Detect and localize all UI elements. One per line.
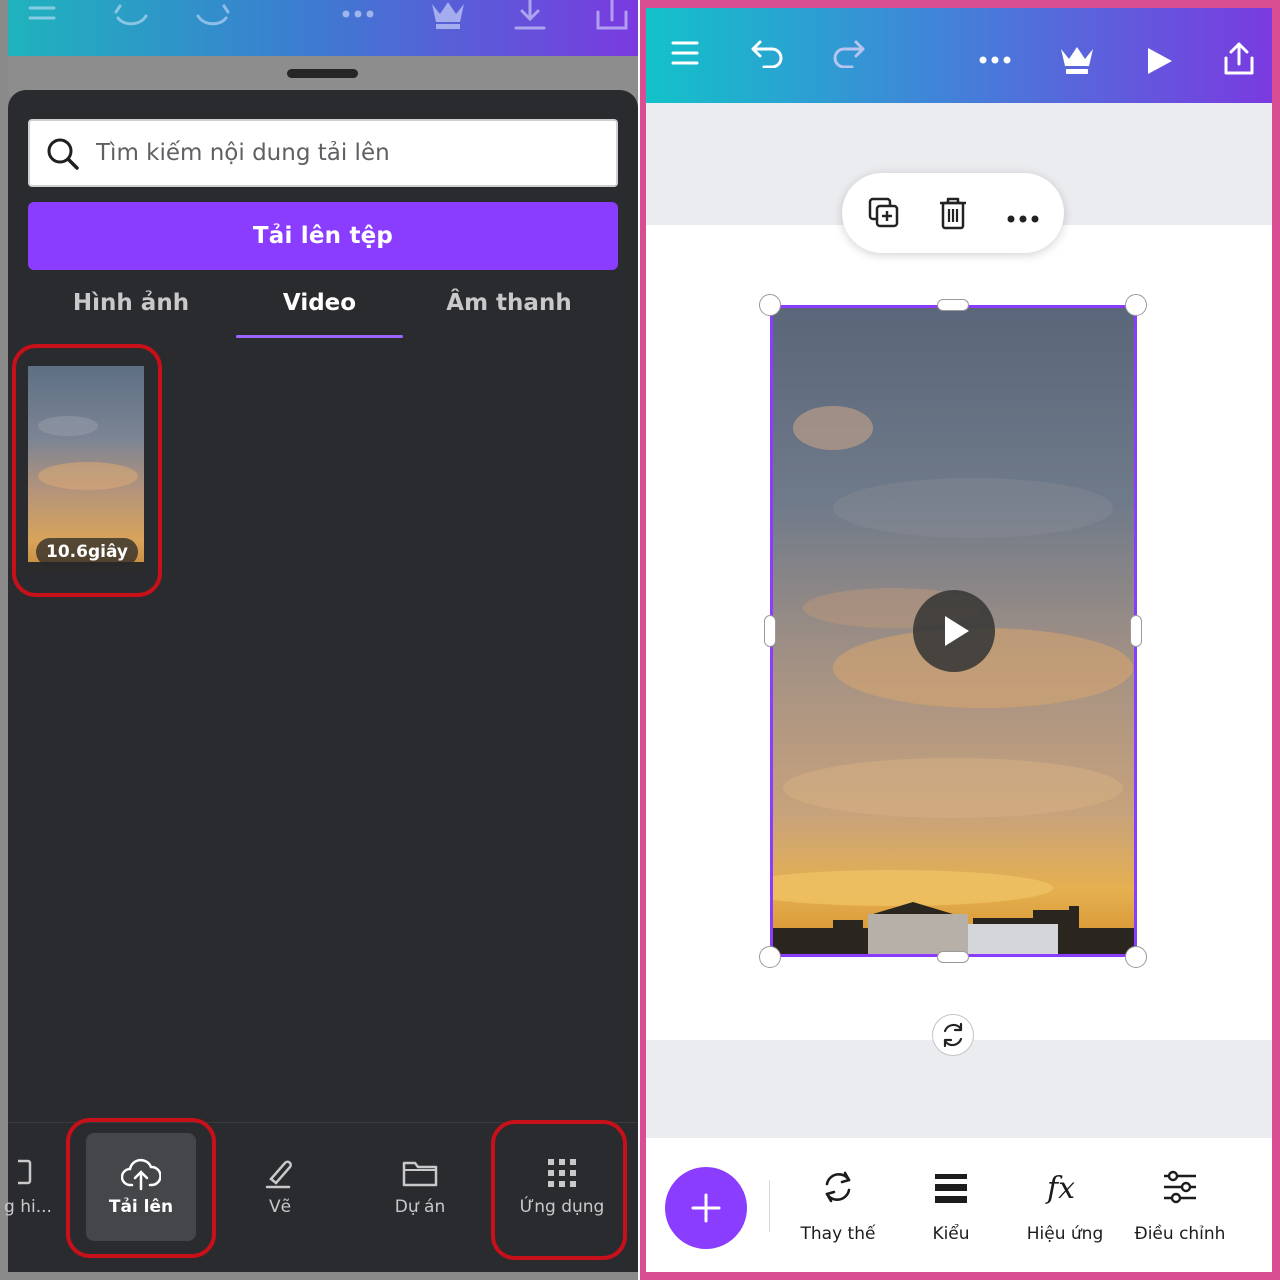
highlight-video-thumbnail	[12, 344, 162, 597]
redo-icon[interactable]	[192, 0, 232, 34]
resize-handle-top-right[interactable]	[1125, 294, 1147, 316]
resize-handle-left[interactable]	[764, 615, 776, 647]
nav-item-templates[interactable]: g hi...	[0, 1123, 58, 1273]
active-tab-indicator	[236, 335, 403, 338]
nav-label: Vẽ	[268, 1197, 292, 1217]
more-icon[interactable]	[978, 50, 1014, 69]
sheet-drag-handle[interactable]	[287, 69, 358, 78]
tool-effects[interactable]: fx Hiệu ứng	[1015, 1138, 1115, 1272]
trash-icon[interactable]	[936, 195, 970, 235]
menu-icon[interactable]	[28, 0, 56, 34]
highlight-upload-nav	[66, 1118, 216, 1258]
left-panel: Tải lên tệp Hình ảnh Video Âm thanh 10.6…	[0, 0, 640, 1280]
element-floating-toolbar	[842, 173, 1064, 253]
tool-style[interactable]: Kiểu	[908, 1138, 994, 1272]
search-box[interactable]	[28, 119, 618, 187]
tool-label: Thay thế	[800, 1224, 876, 1244]
svg-text:fx: fx	[1045, 1171, 1075, 1206]
resize-handle-right[interactable]	[1130, 615, 1142, 647]
resize-handle-bottom-left[interactable]	[759, 946, 781, 968]
redo-icon[interactable]	[830, 38, 866, 72]
draw-icon	[263, 1157, 297, 1196]
resize-handle-bottom-right[interactable]	[1125, 946, 1147, 968]
editor-topbar-dimmed	[8, 0, 638, 56]
download-icon[interactable]	[510, 0, 550, 36]
rotate-handle[interactable]	[932, 1014, 974, 1056]
plus-icon	[691, 1193, 721, 1223]
resize-handle-top[interactable]	[937, 299, 969, 311]
resize-handle-bottom[interactable]	[937, 951, 969, 963]
editor-topbar	[646, 8, 1272, 103]
share-icon[interactable]	[592, 0, 632, 36]
more-icon[interactable]	[340, 0, 380, 28]
more-icon[interactable]	[1006, 209, 1042, 228]
fx-icon: fx	[1045, 1168, 1085, 1211]
tool-adjust[interactable]: Điều chỉnh	[1126, 1138, 1234, 1272]
tool-label: Điều chỉnh	[1134, 1224, 1226, 1244]
nav-item-draw[interactable]: Vẽ	[230, 1123, 330, 1273]
undo-icon[interactable]	[750, 38, 786, 72]
resize-handle-top-left[interactable]	[759, 294, 781, 316]
crown-icon[interactable]	[1058, 44, 1096, 82]
upload-file-button[interactable]: Tải lên tệp	[28, 202, 618, 270]
menu-icon[interactable]	[670, 38, 700, 72]
search-input[interactable]	[96, 123, 596, 183]
bottom-toolbar: Thay thế Kiểu fx Hiệu ứng Điều chỉnh	[646, 1138, 1272, 1272]
editor-view: Thay thế Kiểu fx Hiệu ứng Điều chỉnh	[646, 8, 1272, 1272]
duplicate-icon[interactable]	[866, 195, 902, 235]
play-icon[interactable]	[1144, 46, 1174, 80]
tool-replace[interactable]: Thay thế	[788, 1138, 888, 1272]
crown-icon[interactable]	[428, 0, 468, 36]
upload-sheet: Tải lên tệp Hình ảnh Video Âm thanh	[8, 90, 638, 1272]
adjust-icon	[1162, 1168, 1198, 1211]
right-panel: Thay thế Kiểu fx Hiệu ứng Điều chỉnh	[640, 0, 1280, 1280]
style-icon	[934, 1168, 968, 1211]
toolbar-separator	[769, 1180, 770, 1232]
undo-icon[interactable]	[112, 0, 152, 34]
template-icon	[10, 1157, 38, 1192]
tool-label: Hiệu ứng	[1026, 1224, 1104, 1244]
nav-item-projects[interactable]: Dự án	[370, 1123, 470, 1273]
nav-label: g hi...	[4, 1197, 52, 1217]
tab-video[interactable]: Video	[236, 280, 403, 340]
video-play-button[interactable]	[913, 590, 995, 672]
highlight-apps-nav	[491, 1120, 627, 1260]
folder-icon	[401, 1157, 439, 1194]
share-icon[interactable]	[1222, 42, 1256, 80]
tab-audio[interactable]: Âm thanh	[418, 280, 600, 340]
tool-label: Kiểu	[932, 1224, 970, 1244]
search-icon	[46, 137, 80, 175]
replace-icon	[819, 1168, 857, 1211]
add-element-button[interactable]	[665, 1167, 747, 1249]
nav-label: Dự án	[394, 1197, 446, 1217]
tab-images[interactable]: Hình ảnh	[48, 280, 214, 340]
